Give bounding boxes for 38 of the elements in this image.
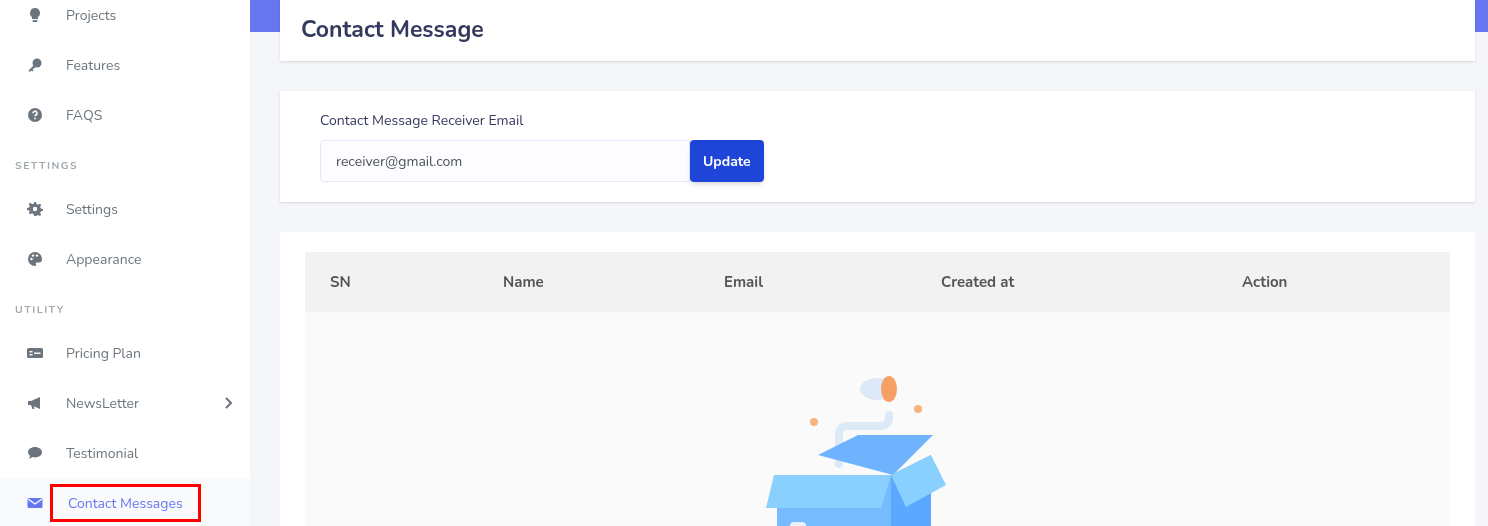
item-label: Appearance (66, 248, 143, 270)
email-field[interactable]: receiver@gmail.com (320, 140, 690, 182)
sidebar-item[interactable]: Features (0, 40, 250, 90)
column-header: Email (724, 270, 764, 294)
item-label: Contact Messages (50, 484, 201, 522)
sidebar-item[interactable]: Contact Messages (0, 478, 250, 526)
section-heading: SETTINGS (14, 157, 80, 175)
page-title: Contact Message (301, 13, 484, 48)
chat-icon (27, 445, 43, 461)
settings-icon (27, 201, 43, 217)
sidebar-item[interactable]: Pricing Plan (0, 328, 250, 378)
update-button[interactable]: Update (690, 140, 764, 182)
sidebar-item[interactable]: Settings (0, 184, 250, 234)
column-header: Created at (941, 270, 1016, 294)
section-heading: UTILITY (14, 301, 66, 319)
bulb-icon (27, 7, 43, 23)
key-icon (27, 57, 43, 73)
item-label: Features (66, 54, 122, 76)
sidebar-item[interactable]: Projects (0, 0, 250, 40)
palette-icon (27, 251, 43, 267)
column-header: SN (329, 270, 352, 294)
envelope-icon (27, 495, 43, 511)
megaphone-icon (27, 395, 43, 411)
sidebar-item[interactable]: Testimonial (0, 428, 250, 478)
sidebar-item[interactable]: Appearance (0, 234, 250, 284)
field-label: Contact Message Receiver Email (320, 111, 525, 131)
item-label: Pricing Plan (66, 342, 142, 364)
item-label: Projects (66, 4, 118, 26)
item-label: Testimonial (66, 442, 140, 464)
item-label: NewsLetter (66, 392, 141, 414)
item-label: FAQS (66, 104, 104, 126)
card-icon (27, 345, 43, 361)
column-header: Name (503, 270, 545, 294)
sidebar-item[interactable]: FAQS (0, 90, 250, 140)
sidebar-item[interactable]: NewsLetter (0, 378, 250, 428)
column-header: Action (1242, 270, 1289, 294)
help-icon (27, 107, 43, 123)
item-label: Settings (66, 198, 119, 220)
